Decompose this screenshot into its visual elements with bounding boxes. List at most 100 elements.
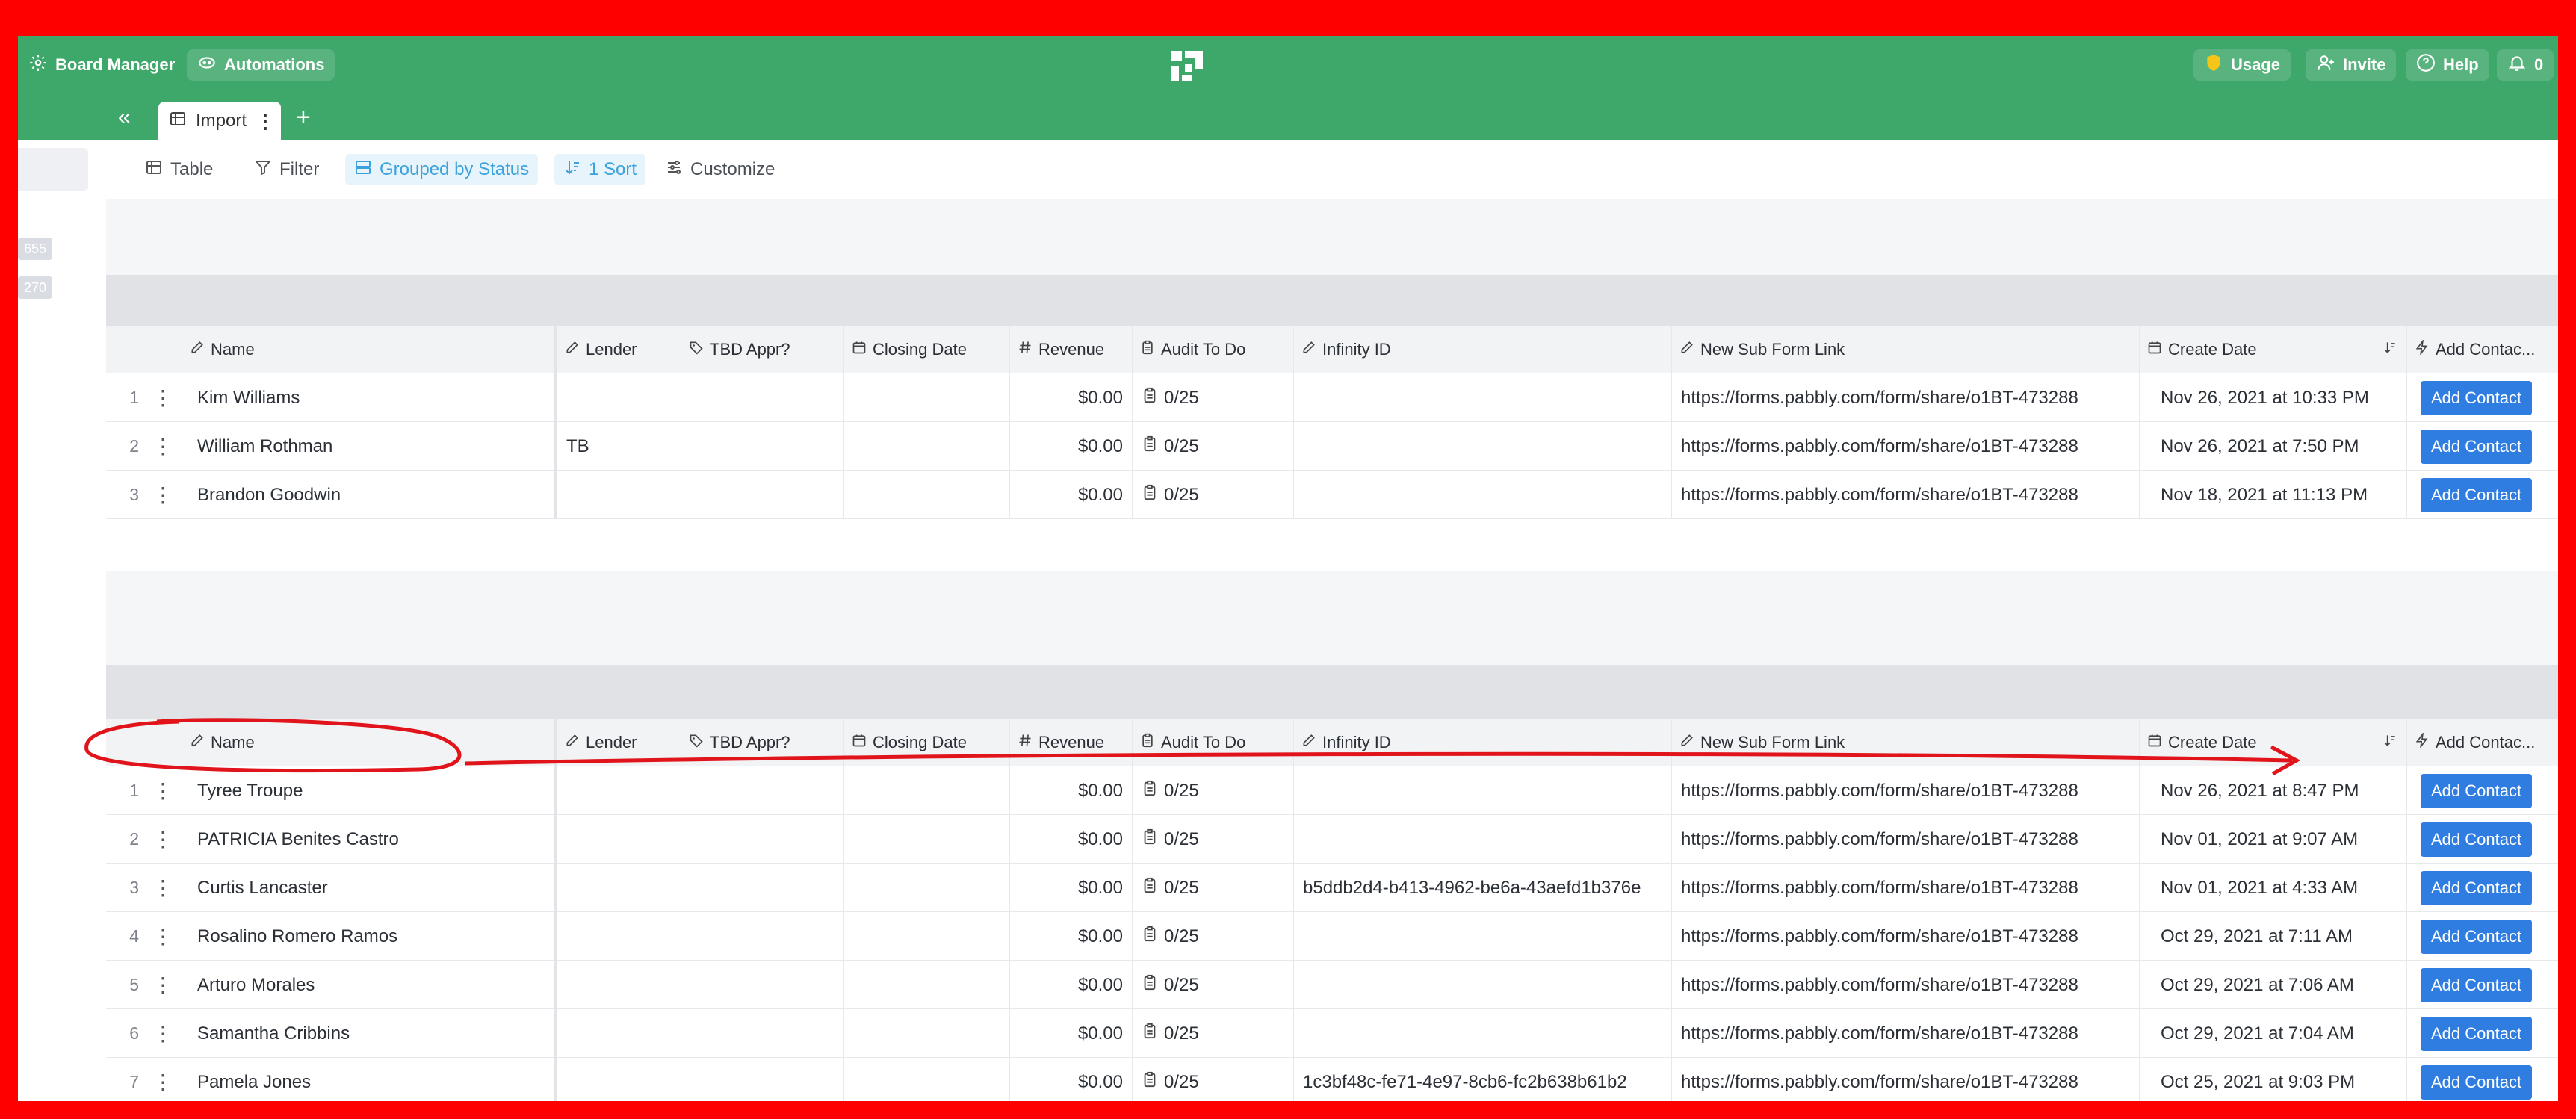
cell-subform[interactable]: https://forms.pabbly.com/form/share/o1BT… (1672, 864, 2140, 912)
cell-addcontact[interactable]: Add Contact (2407, 912, 2558, 961)
row-menu-icon[interactable]: ⋮ (152, 912, 173, 961)
column-header-audit[interactable]: Audit To Do (1133, 719, 1294, 766)
tab-import[interactable]: Import ⋮ (158, 102, 281, 140)
cell-closing[interactable] (844, 912, 1010, 961)
usage-button[interactable]: Usage (2193, 49, 2291, 81)
group-header[interactable] (106, 665, 2558, 719)
row-menu-icon[interactable]: ⋮ (152, 471, 173, 519)
filter-button[interactable]: Filter (245, 154, 328, 185)
cell-subform[interactable]: https://forms.pabbly.com/form/share/o1BT… (1672, 1058, 2140, 1101)
table-row[interactable]: 7 ⋮ Pamela Jones $0.00 0/25 1c3bf48c-fe71-4e9… (106, 1058, 2558, 1101)
group-header[interactable] (106, 275, 2558, 326)
cell-addcontact[interactable]: Add Contact (2407, 766, 2558, 815)
cell-infinity[interactable] (1294, 912, 1672, 961)
tab-menu-icon[interactable]: ⋮ (256, 110, 275, 133)
cell-revenue[interactable]: $0.00 (1010, 1058, 1133, 1101)
cell-revenue[interactable]: $0.00 (1010, 912, 1133, 961)
cell-addcontact[interactable]: Add Contact (2407, 373, 2558, 422)
cell-lender[interactable] (557, 1009, 681, 1058)
cell-closing[interactable] (844, 373, 1010, 422)
add-contact-button[interactable]: Add Contact (2421, 380, 2533, 415)
cell-revenue[interactable]: $0.00 (1010, 864, 1133, 912)
cell-name[interactable]: Curtis Lancaster (182, 864, 557, 912)
cell-closing[interactable] (844, 1058, 1010, 1101)
cell-name[interactable]: Samantha Cribbins (182, 1009, 557, 1058)
cell-revenue[interactable]: $0.00 (1010, 1009, 1133, 1058)
cell-closing[interactable] (844, 961, 1010, 1009)
cell-name[interactable]: William Rothman (182, 422, 557, 471)
add-contact-button[interactable]: Add Contact (2421, 1016, 2533, 1051)
cell-lender[interactable] (557, 471, 681, 519)
cell-subform[interactable]: https://forms.pabbly.com/form/share/o1BT… (1672, 1009, 2140, 1058)
cell-name[interactable]: Pamela Jones (182, 1058, 557, 1101)
cell-subform[interactable]: https://forms.pabbly.com/form/share/o1BT… (1672, 912, 2140, 961)
invite-button[interactable]: Invite (2306, 49, 2397, 81)
cell-infinity[interactable] (1294, 471, 1672, 519)
table-view-button[interactable]: Table (136, 154, 222, 185)
cell-addcontact[interactable]: Add Contact (2407, 422, 2558, 471)
row-menu-icon[interactable]: ⋮ (152, 1009, 173, 1058)
cell-lender[interactable] (557, 815, 681, 864)
cell-create[interactable]: Nov 26, 2021 at 10:33 PM (2140, 373, 2407, 422)
column-header-lender[interactable]: Lender (557, 719, 681, 766)
add-contact-button[interactable]: Add Contact (2421, 477, 2533, 512)
column-header-addcontact[interactable]: Add Contac... (2407, 326, 2558, 373)
cell-tbd[interactable] (681, 1058, 844, 1101)
collapse-sidebar-icon[interactable]: « (118, 105, 131, 130)
cell-create[interactable]: Nov 18, 2021 at 11:13 PM (2140, 471, 2407, 519)
column-header-subform[interactable]: New Sub Form Link (1672, 719, 2140, 766)
sub-form-link[interactable]: https://forms.pabbly.com/form/share/o1BT… (1681, 878, 2078, 899)
cell-infinity[interactable] (1294, 766, 1672, 815)
cell-create[interactable]: Oct 29, 2021 at 7:11 AM (2140, 912, 2407, 961)
cell-audit[interactable]: 0/25 (1133, 864, 1294, 912)
cell-addcontact[interactable]: Add Contact (2407, 471, 2558, 519)
column-header-infinity[interactable]: Infinity ID (1294, 719, 1672, 766)
row-menu-icon[interactable]: ⋮ (152, 961, 173, 1009)
help-button[interactable]: Help (2406, 49, 2489, 81)
cell-name[interactable]: Tyree Troupe (182, 766, 557, 815)
cell-create[interactable]: Nov 01, 2021 at 9:07 AM (2140, 815, 2407, 864)
cell-name[interactable]: Rosalino Romero Ramos (182, 912, 557, 961)
cell-addcontact[interactable]: Add Contact (2407, 864, 2558, 912)
cell-lender[interactable]: TB (557, 422, 681, 471)
cell-closing[interactable] (844, 815, 1010, 864)
sidebar-search[interactable] (18, 148, 88, 191)
column-header-tbd[interactable]: TBD Appr? (681, 326, 844, 373)
add-contact-button[interactable]: Add Contact (2421, 967, 2533, 1002)
cell-closing[interactable] (844, 422, 1010, 471)
sub-form-link[interactable]: https://forms.pabbly.com/form/share/o1BT… (1681, 829, 2078, 850)
cell-tbd[interactable] (681, 864, 844, 912)
column-header-name[interactable]: Name (182, 719, 557, 766)
cell-name[interactable]: PATRICIA Benites Castro (182, 815, 557, 864)
column-header-revenue[interactable]: Revenue (1010, 326, 1133, 373)
cell-infinity[interactable] (1294, 373, 1672, 422)
table-row[interactable]: 3 ⋮ Brandon Goodwin $0.00 0/25 https://forms.… (106, 471, 2558, 519)
cell-name[interactable]: Arturo Morales (182, 961, 557, 1009)
row-menu-icon[interactable]: ⋮ (152, 864, 173, 912)
cell-revenue[interactable]: $0.00 (1010, 422, 1133, 471)
cell-subform[interactable]: https://forms.pabbly.com/form/share/o1BT… (1672, 422, 2140, 471)
cell-tbd[interactable] (681, 373, 844, 422)
column-header-name[interactable]: Name (182, 326, 557, 373)
cell-lender[interactable] (557, 373, 681, 422)
cell-audit[interactable]: 0/25 (1133, 961, 1294, 1009)
cell-audit[interactable]: 0/25 (1133, 912, 1294, 961)
add-contact-button[interactable]: Add Contact (2421, 773, 2533, 808)
cell-name[interactable]: Kim Williams (182, 373, 557, 422)
sub-form-link[interactable]: https://forms.pabbly.com/form/share/o1BT… (1681, 436, 2078, 457)
cell-addcontact[interactable]: Add Contact (2407, 1009, 2558, 1058)
sub-form-link[interactable]: https://forms.pabbly.com/form/share/o1BT… (1681, 926, 2078, 947)
column-header-audit[interactable]: Audit To Do (1133, 326, 1294, 373)
cell-revenue[interactable]: $0.00 (1010, 815, 1133, 864)
row-menu-icon[interactable]: ⋮ (152, 815, 173, 864)
column-header-tbd[interactable]: TBD Appr? (681, 719, 844, 766)
sub-form-link[interactable]: https://forms.pabbly.com/form/share/o1BT… (1681, 485, 2078, 506)
sub-form-link[interactable]: https://forms.pabbly.com/form/share/o1BT… (1681, 975, 2078, 996)
table-row[interactable]: 2 ⋮ William Rothman TB $0.00 0/25 https://form… (106, 422, 2558, 471)
cell-create[interactable]: Nov 26, 2021 at 7:50 PM (2140, 422, 2407, 471)
cell-infinity[interactable]: 1c3bf48c-fe71-4e97-8cb6-fc2b638b61b2 (1294, 1058, 1672, 1101)
cell-infinity[interactable] (1294, 961, 1672, 1009)
add-tab-button[interactable]: + (296, 103, 311, 132)
cell-closing[interactable] (844, 766, 1010, 815)
add-contact-button[interactable]: Add Contact (2421, 919, 2533, 954)
